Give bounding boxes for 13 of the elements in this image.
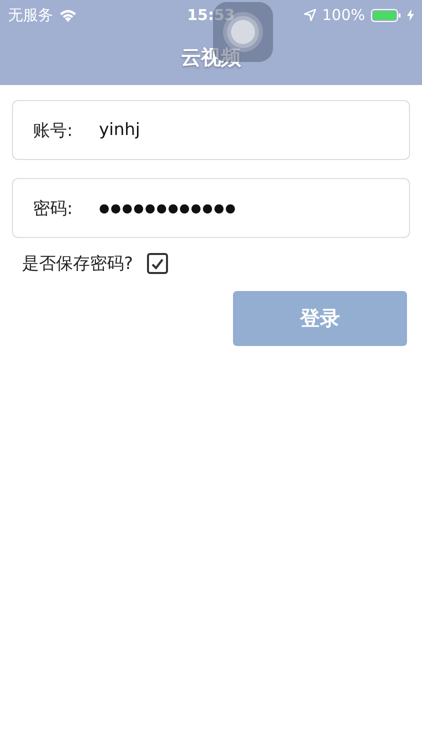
carrier-name: 无服务 (8, 6, 53, 24)
clock-time: 15:53 (187, 6, 235, 24)
charging-bolt-icon (407, 9, 414, 21)
battery-icon (371, 8, 401, 22)
input-field[interactable]: 密码: ●●●●●●●●●●●● (12, 178, 410, 238)
location-arrow-icon (304, 9, 316, 21)
wifi-icon (59, 8, 77, 22)
checkmark-icon (151, 258, 164, 270)
input-field[interactable]: 账号: yinhj (12, 100, 410, 160)
screen-title: 云视频 (181, 44, 241, 71)
battery-percent: 100% (322, 6, 365, 24)
save-password-label: 是否保存密码? (22, 253, 134, 275)
save-password-checkbox[interactable] (147, 253, 168, 274)
